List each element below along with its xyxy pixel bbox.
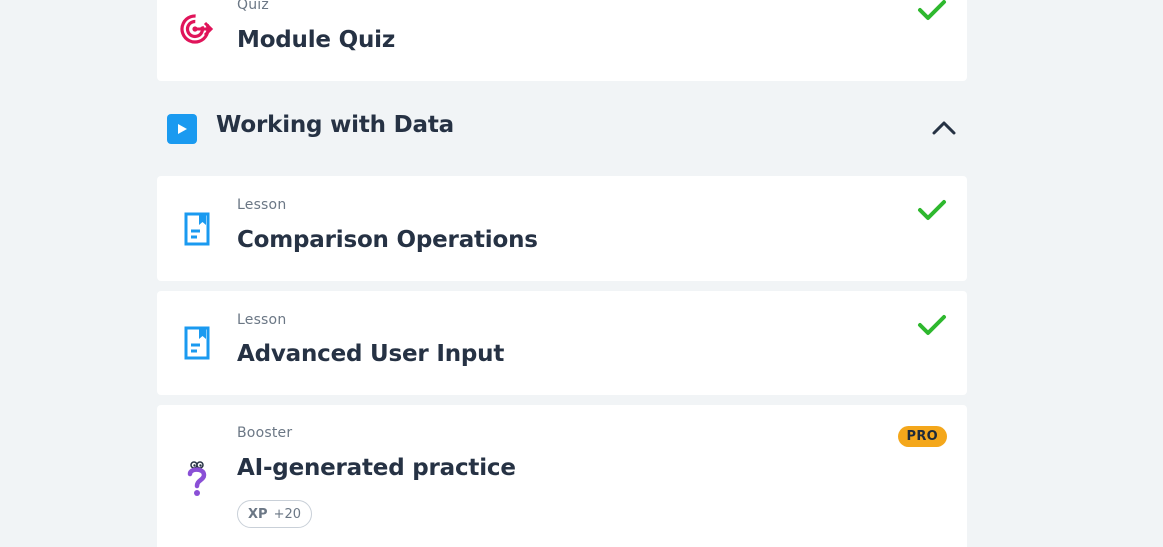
booster-title: AI-generated practice [237,455,516,481]
quiz-title: Module Quiz [237,27,396,53]
check-icon [918,315,946,335]
lesson-type-label: Lesson [237,312,287,328]
check-icon [918,0,946,20]
section-header-working-with-data[interactable]: Working with Data [157,81,967,176]
lesson-document-icon [179,209,215,249]
quiz-type-label: Quiz [237,0,269,13]
lesson-title: Comparison Operations [237,227,538,253]
booster-type-label: Booster [237,425,293,441]
lesson-title: Advanced User Input [237,341,505,367]
xp-label: XP [248,506,268,522]
chevron-up-icon[interactable] [931,118,957,138]
xp-reward-pill: XP +20 [237,500,312,528]
section-title: Working with Data [216,112,454,138]
lesson-card[interactable]: Lesson Advanced User Input [157,291,967,395]
target-icon [179,8,215,48]
quiz-card[interactable]: Quiz Module Quiz [157,0,967,81]
lesson-card[interactable]: Lesson Comparison Operations [157,176,967,281]
pro-badge: PRO [897,426,947,447]
lesson-type-label: Lesson [237,197,287,213]
check-icon [918,200,946,220]
xp-value: +20 [273,506,301,522]
question-mark-character-icon [179,459,215,499]
booster-card[interactable]: Booster AI-generated practice PRO XP +20 [157,405,967,547]
play-icon[interactable] [167,114,197,144]
lesson-document-icon [179,323,215,363]
